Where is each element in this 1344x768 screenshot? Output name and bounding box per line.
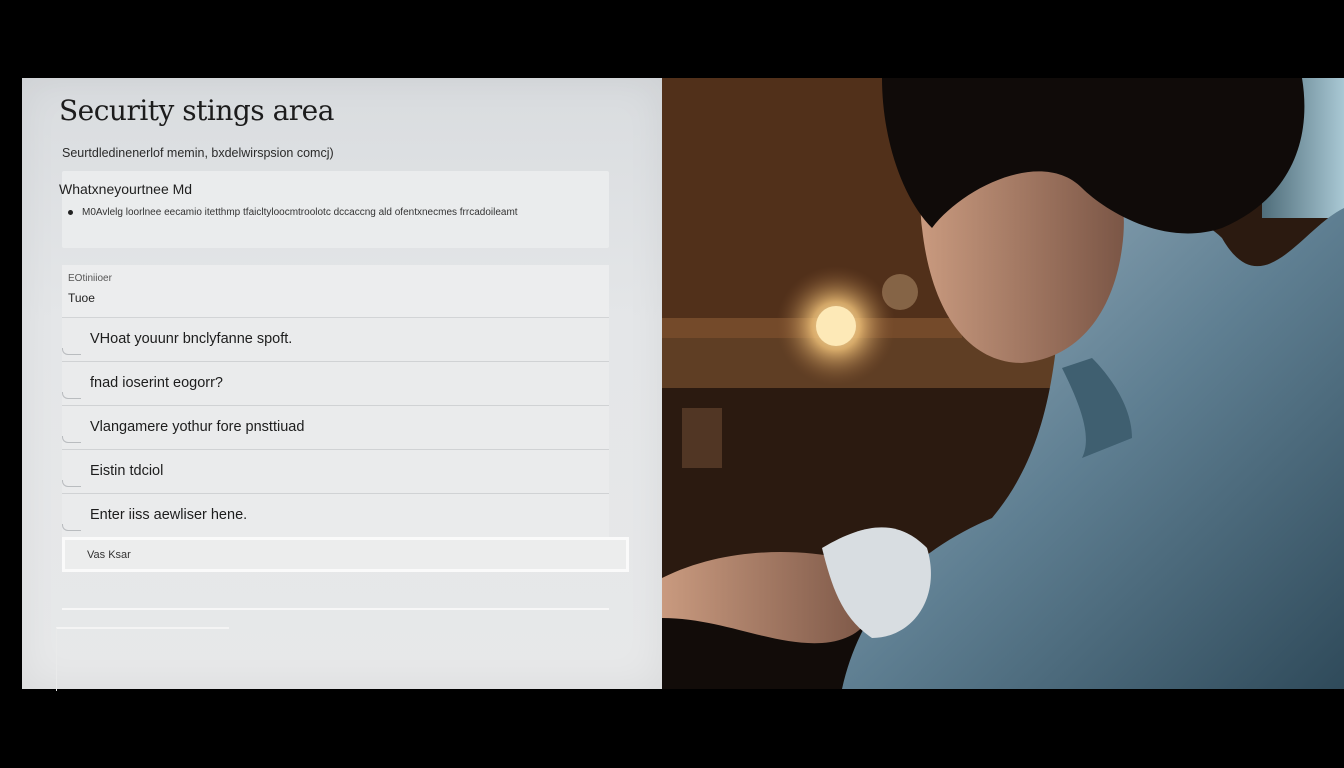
question-label: VHoat youunr bnclyfanne spoft. xyxy=(90,331,293,347)
select-label: EOtiniioer xyxy=(68,273,112,284)
radio-marker-icon xyxy=(62,348,81,355)
security-question-option[interactable]: VHoat youunr bnclyfanne spoft. xyxy=(62,318,609,362)
radio-marker-icon xyxy=(62,392,81,399)
bullet-icon xyxy=(68,210,73,215)
security-question-option[interactable]: Enter iiss aewliser hene. xyxy=(62,494,609,538)
screen-frame: Security stings area Seurtdledinenerlof … xyxy=(0,0,1344,768)
info-card: Whatxneyourtnee Md M0Avlelg loorlnee eec… xyxy=(59,171,609,248)
radio-marker-icon xyxy=(62,436,81,443)
question-select[interactable]: EOtiniioer Tuoe xyxy=(62,265,609,318)
radio-marker-icon xyxy=(62,480,81,487)
info-bullet-text: M0Avlelg loorlnee eecamio itetthmp tfaic… xyxy=(82,207,518,218)
question-label: Enter iiss aewliser hene. xyxy=(90,507,248,523)
select-value: Tuoe xyxy=(68,291,95,305)
info-heading: Whatxneyourtnee Md xyxy=(59,181,193,197)
footer-placeholder xyxy=(56,627,229,691)
page-title: Security stings area xyxy=(59,94,334,127)
radio-marker-icon xyxy=(62,524,81,531)
question-label: fnad ioserint eogorr? xyxy=(90,375,223,391)
page-subtitle: Seurtdledinenerlof memin, bxdelwirspsion… xyxy=(62,146,334,160)
security-question-option[interactable]: Vlangamere yothur fore pnsttiuad xyxy=(62,406,609,450)
question-label: Eistin tdciol xyxy=(90,463,164,479)
hero-photo xyxy=(662,78,1344,689)
answer-input[interactable] xyxy=(62,537,629,572)
security-question-option[interactable]: Eistin tdciol xyxy=(62,450,609,494)
person-at-desk-illustration xyxy=(662,78,1344,689)
security-settings-panel: Security stings area Seurtdledinenerlof … xyxy=(22,78,662,691)
security-question-option[interactable]: fnad ioserint eogorr? xyxy=(62,362,609,406)
question-label: Vlangamere yothur fore pnsttiuad xyxy=(90,419,305,435)
divider xyxy=(62,608,609,610)
